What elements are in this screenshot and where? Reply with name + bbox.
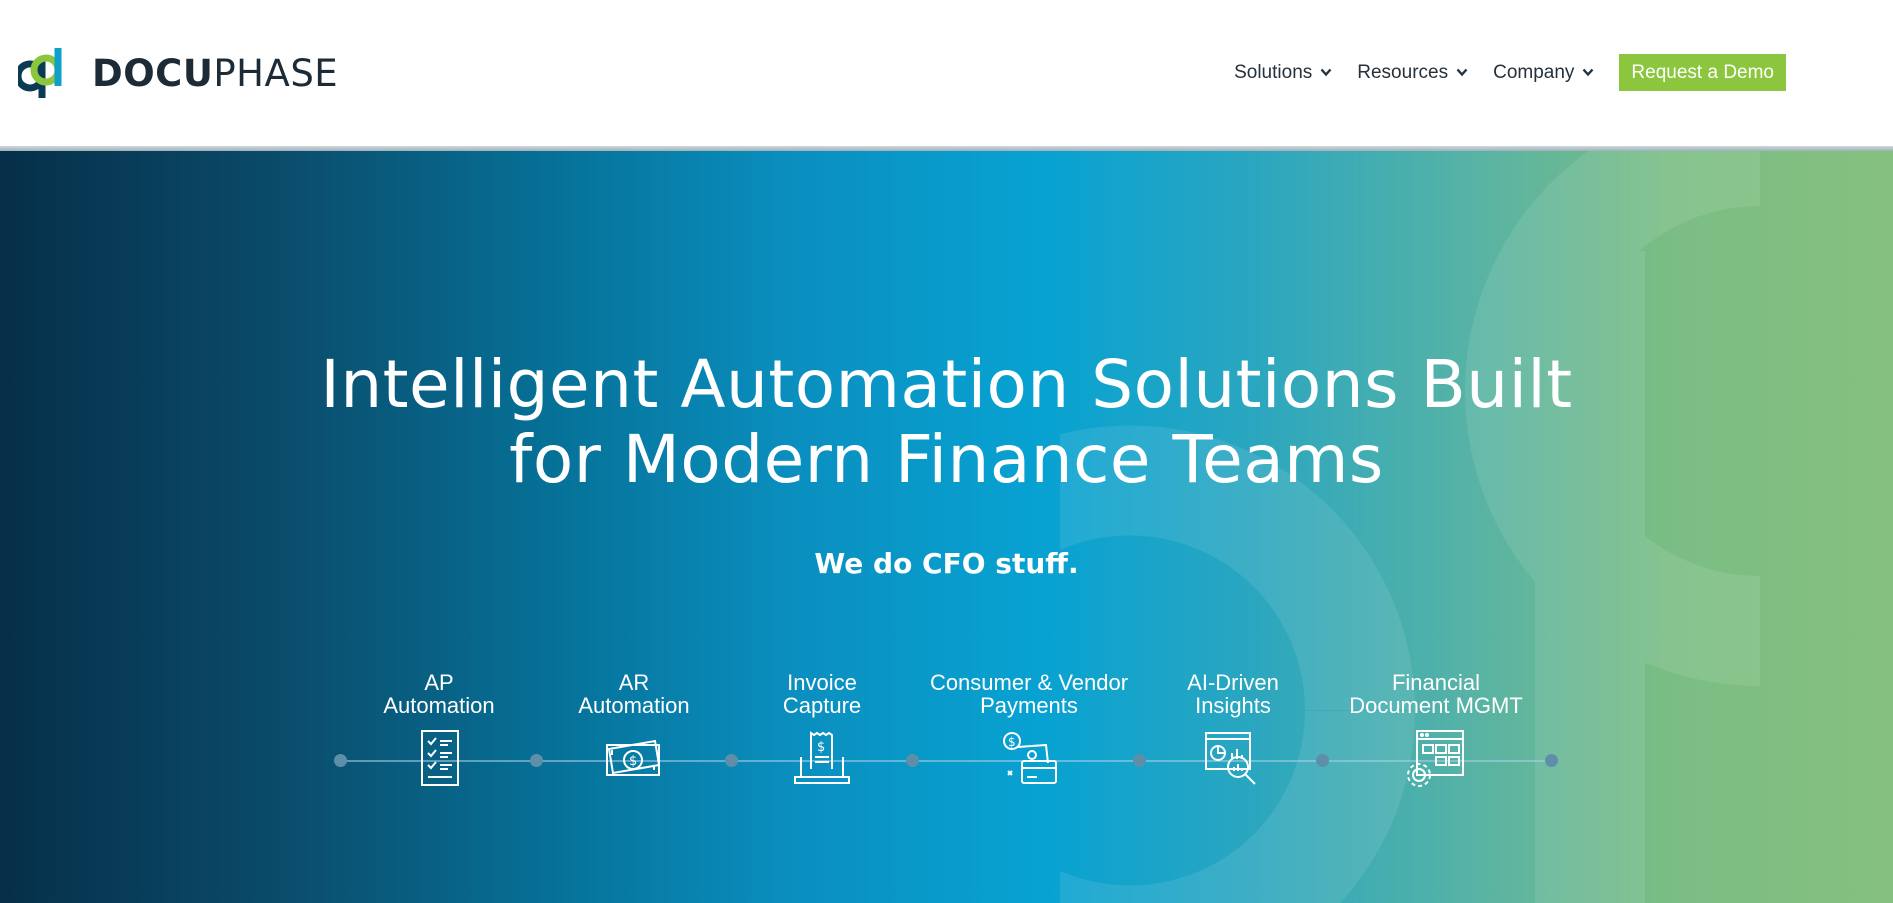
nav-resources-label: Resources [1357, 61, 1449, 83]
docuphase-logo-mark-icon [18, 48, 62, 98]
hero-tagline: We do CFO stuff. [814, 547, 1079, 580]
request-demo-button[interactable]: Request a Demo [1619, 54, 1786, 91]
solution-label: Invoice Capture [782, 670, 862, 718]
cash-bills-icon: $ [606, 739, 661, 776]
chevron-down-icon [1583, 68, 1594, 77]
logo-watermark-icon [1060, 151, 1761, 903]
nav-company[interactable]: Company [1493, 62, 1594, 84]
chevron-down-icon [1320, 68, 1332, 77]
nav-solutions[interactable]: Solutions [1234, 62, 1332, 84]
hero-headline: Intelligent Automation Solutions Built f… [0, 347, 1893, 497]
solution-invoice-capture[interactable]: Invoice Capture $ [702, 671, 942, 789]
nav-solutions-label: Solutions [1234, 61, 1313, 83]
hero-headline-line1: Intelligent Automation Solutions Built [320, 346, 1573, 423]
checklist-document-icon [421, 730, 459, 786]
laptop-invoice-icon: $ [794, 731, 850, 784]
svg-text:$: $ [1008, 735, 1016, 749]
main-nav: Solutions Resources Company Request a De… [1234, 54, 1786, 91]
nav-resources[interactable]: Resources [1357, 62, 1468, 84]
logo-wordmark: DOCUPHASE [92, 51, 339, 95]
solution-document-mgmt[interactable]: Financial Document MGMT [1316, 671, 1556, 789]
svg-text:$: $ [629, 754, 637, 769]
card-payment-icon: $ [1003, 732, 1057, 784]
hero-section: Intelligent Automation Solutions Built f… [0, 151, 1893, 903]
analytics-magnifier-icon [1205, 732, 1256, 785]
solution-label: Financial Document MGMT [1349, 670, 1523, 718]
site-header: DOCUPHASE Solutions Resources Company Re… [0, 0, 1893, 148]
chevron-down-icon [1456, 68, 1468, 77]
svg-text:$: $ [817, 740, 825, 755]
docuphase-logo[interactable]: DOCUPHASE [18, 46, 338, 100]
nav-company-label: Company [1493, 61, 1575, 83]
hero-headline-line2: for Modern Finance Teams [509, 421, 1384, 498]
document-gear-icon [1407, 730, 1464, 787]
